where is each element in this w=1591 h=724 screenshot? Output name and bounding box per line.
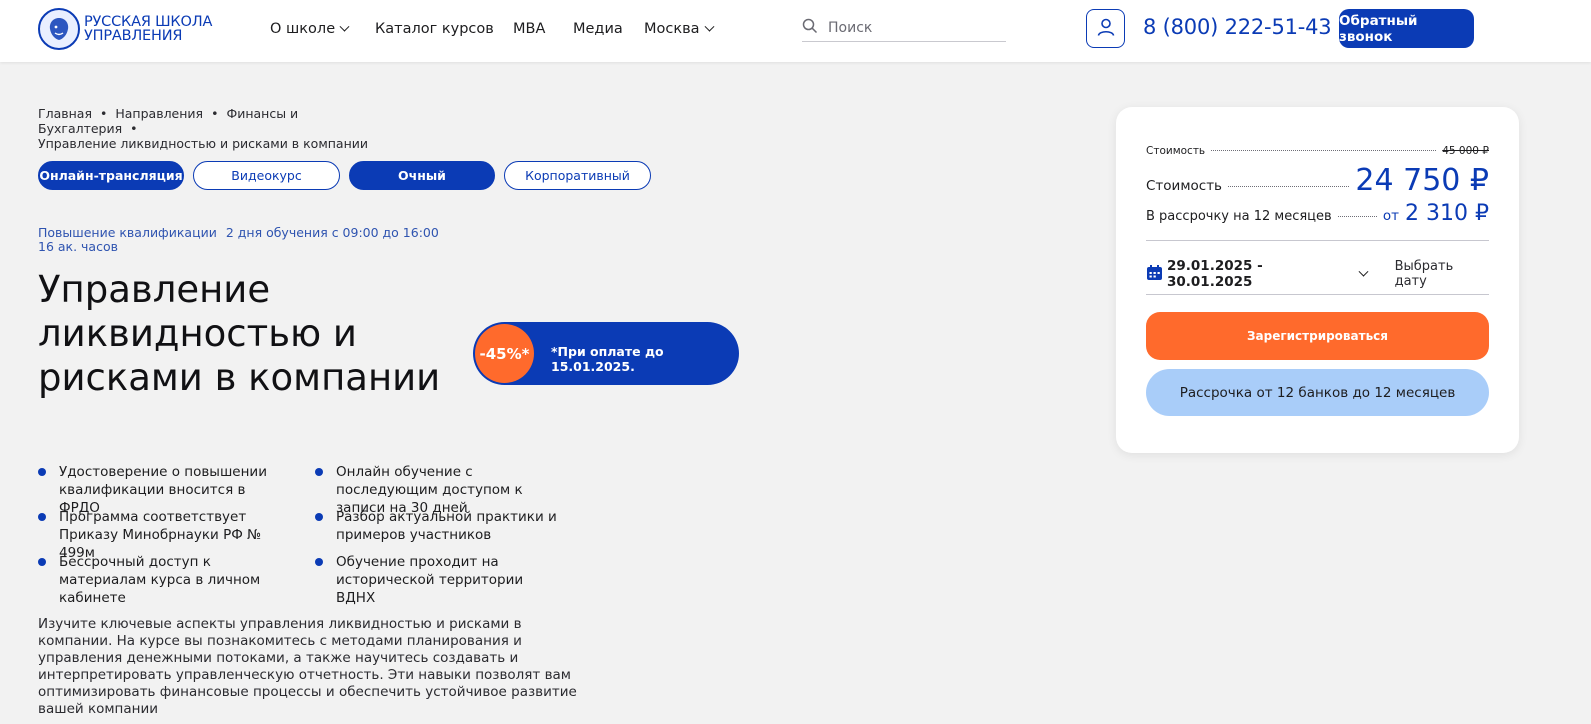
divider <box>1146 294 1489 295</box>
nav-city-select[interactable]: Москва <box>644 21 714 37</box>
course-type: Повышение квалификации <box>38 225 217 240</box>
dotted-leader <box>1228 186 1350 187</box>
logo-text: Русская школа управления <box>84 14 213 44</box>
chevron-down-icon[interactable] <box>1358 266 1369 277</box>
old-price: 45 000 ₽ <box>1442 145 1489 157</box>
breadcrumb-home[interactable]: Главная <box>38 106 92 121</box>
nav-catalog-label: Каталог курсов <box>375 21 494 37</box>
nav-about-label: О школе <box>270 21 336 37</box>
search-box <box>802 14 1006 42</box>
selected-dates[interactable]: 29.01.2025 - 30.01.2025 <box>1167 258 1352 290</box>
course-meta: Повышение квалификации 2 дня обучения с 0… <box>38 226 439 254</box>
search-input[interactable] <box>828 19 998 36</box>
tab-video[interactable]: Видеокурс <box>193 161 340 190</box>
installment-price: 2 310 ₽ <box>1405 201 1489 226</box>
discount-badge: -45%* <box>475 324 534 383</box>
current-price: 24 750 ₽ <box>1355 163 1489 198</box>
nav-about[interactable]: О школе <box>270 21 350 37</box>
logo[interactable]: Русская школа управления <box>38 8 212 50</box>
divider <box>1146 240 1489 241</box>
feature-text: Обучение проходит на исторической террит… <box>336 554 524 606</box>
installment-prefix: от <box>1382 208 1400 224</box>
bullet-icon <box>315 468 323 476</box>
nav-catalog[interactable]: Каталог курсов <box>375 21 494 37</box>
phone-link[interactable]: 8 (800) 222-51-43 <box>1143 15 1332 39</box>
breadcrumb: Главная • Направления • Финансы и Бухгалтери… <box>38 106 369 151</box>
lion-logo-icon <box>38 8 80 50</box>
tab-corporate[interactable]: Корпоративный <box>504 161 651 190</box>
breadcrumb-current: Управление ликвидностью и рисками в комп… <box>38 136 369 151</box>
tab-offline[interactable]: Очный <box>349 161 495 190</box>
chevron-down-icon <box>339 21 350 32</box>
price-row: Стоимость 24 750 ₽ <box>1146 163 1489 198</box>
list-item: Обучение проходит на исторической террит… <box>315 553 565 607</box>
callback-button[interactable]: Обратный звонок <box>1339 9 1474 48</box>
bullet-icon <box>315 513 323 521</box>
promo-badge: -45%* *При оплате до 15.01.2025. <box>473 322 739 385</box>
breadcrumb-directions[interactable]: Направления <box>115 106 203 121</box>
bullet-icon <box>315 558 323 566</box>
tab-online[interactable]: Онлайн-трансляция <box>38 161 184 190</box>
date-row: 29.01.2025 - 30.01.2025 Выбрать дату <box>1146 258 1489 290</box>
bullet-icon <box>38 468 46 476</box>
course-schedule: 2 дня обучения с 09:00 до 16:00 <box>225 225 439 240</box>
nav-mba-label: MBA <box>513 21 546 37</box>
page-title: Управление ликвидностью и рисками в комп… <box>38 268 441 399</box>
installment-label: В рассрочку на 12 месяцев <box>1146 209 1332 224</box>
calendar-icon <box>1146 264 1163 285</box>
nav-mba[interactable]: MBA <box>513 21 545 37</box>
choose-date-link[interactable]: Выбрать дату <box>1395 259 1489 289</box>
price-label: Стоимость <box>1146 178 1223 194</box>
user-icon <box>1096 17 1116 41</box>
format-tabs: Онлайн-трансляция Видеокурс Очный Корпор… <box>38 161 660 190</box>
nav-media-label: Медиа <box>573 21 623 37</box>
old-price-label: Стоимость <box>1146 145 1206 157</box>
course-description: Изучите ключевые аспекты управления ликв… <box>38 616 577 717</box>
list-item: Разбор актуальной практики и примеров уч… <box>315 508 565 544</box>
register-button[interactable]: Зарегистрироваться <box>1146 312 1489 360</box>
course-hours: 16 ак. часов <box>38 239 118 254</box>
logo-line-1: Русская школа <box>84 14 213 30</box>
dotted-leader <box>1337 216 1377 217</box>
nav-city-label: Москва <box>644 21 700 37</box>
search-icon <box>802 18 818 38</box>
chevron-down-icon <box>704 21 714 32</box>
pricing-card: Стоимость 45 000 ₽ Стоимость 24 750 ₽ В … <box>1116 107 1519 453</box>
old-price-row: Стоимость 45 000 ₽ <box>1146 145 1489 157</box>
bullet-icon <box>38 513 46 521</box>
installment-row: В рассрочку на 12 месяцев от 2 310 ₽ <box>1146 201 1489 226</box>
account-button[interactable] <box>1086 9 1125 48</box>
dotted-leader <box>1211 150 1437 151</box>
feature-text: Разбор актуальной практики и примеров уч… <box>336 509 557 543</box>
list-item: Бессрочный доступ к материалам курса в л… <box>38 553 288 607</box>
site-header: Русская школа управления О школе Каталог… <box>0 0 1591 62</box>
promo-note: *При оплате до 15.01.2025. <box>551 344 664 374</box>
nav-media[interactable]: Медиа <box>573 21 623 37</box>
bullet-icon <box>38 558 46 566</box>
feature-text: Бессрочный доступ к материалам курса в л… <box>59 554 261 606</box>
installment-button[interactable]: Рассрочка от 12 банков до 12 месяцев <box>1146 369 1489 416</box>
logo-line-2: управления <box>84 28 183 44</box>
